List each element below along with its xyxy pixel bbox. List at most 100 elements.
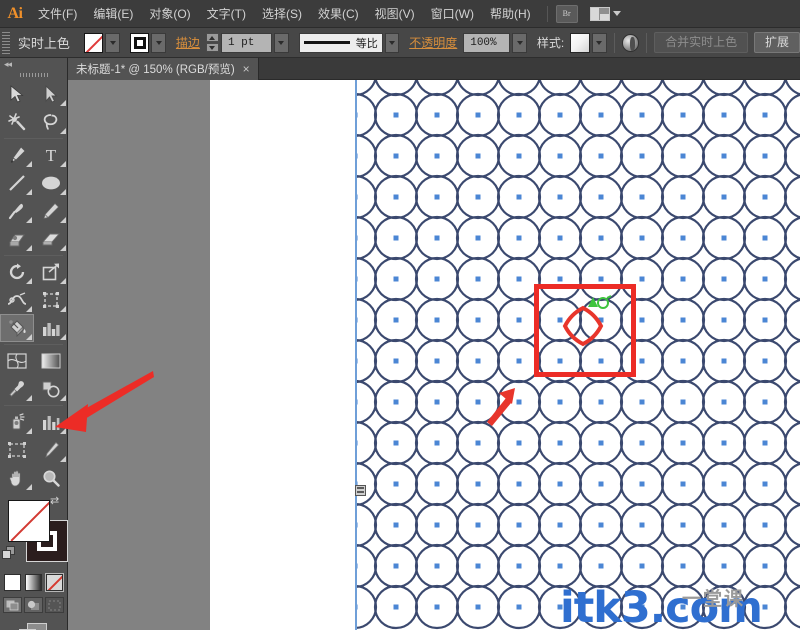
column-graph-tool[interactable] — [34, 314, 68, 342]
magic-wand-tool[interactable] — [0, 108, 34, 136]
gradient-mode-button[interactable] — [25, 574, 42, 591]
toolbox-header: ◂◂ — [0, 58, 67, 70]
fill-indicator-swatch[interactable] — [8, 500, 50, 542]
draw-mode-buttons — [0, 597, 67, 613]
gradient-tool[interactable] — [34, 347, 68, 375]
tool-more-indicator — [26, 161, 32, 167]
document-tab[interactable]: 未标题-1* @ 150% (RGB/预览) × — [68, 58, 259, 80]
control-bar-grip[interactable] — [2, 31, 10, 54]
stroke-profile-dropdown-button[interactable] — [384, 32, 400, 53]
tool-more-indicator — [60, 189, 66, 195]
menu-item-file[interactable]: 文件(F) — [30, 0, 85, 28]
hand-tool[interactable] — [0, 464, 34, 492]
control-divider — [613, 32, 615, 53]
graphic-style-swatch[interactable] — [570, 32, 590, 53]
toolbox-divider-4 — [4, 405, 63, 406]
eraser-tool[interactable] — [34, 225, 68, 253]
canvas-area[interactable] — [68, 80, 800, 630]
menu-item-select[interactable]: 选择(S) — [254, 0, 310, 28]
tool-more-indicator — [26, 189, 32, 195]
blob-brush-tool[interactable] — [0, 225, 34, 253]
style-label: 样式: — [536, 36, 565, 50]
stroke-weight-input[interactable]: 1 pt — [220, 32, 273, 53]
paintbrush-tool[interactable] — [0, 197, 34, 225]
workspace-switcher-icon — [589, 6, 610, 21]
toolbox-divider-3 — [4, 344, 63, 345]
menu-item-view[interactable]: 视图(V) — [367, 0, 423, 28]
type-tool[interactable]: T — [34, 141, 68, 169]
active-tool-label: 实时上色 — [17, 36, 70, 51]
tool-group-selection — [0, 80, 67, 136]
tool-more-indicator — [60, 334, 66, 340]
stroke-dropdown-button[interactable] — [151, 32, 167, 53]
style-dropdown-button[interactable] — [591, 32, 607, 53]
tool-more-indicator — [60, 161, 66, 167]
default-fill-stroke-icon[interactable] — [2, 546, 16, 560]
expand-button[interactable]: 扩展 — [754, 32, 800, 53]
selection-tool[interactable] — [0, 80, 34, 108]
menu-item-help[interactable]: 帮助(H) — [482, 0, 539, 28]
recolor-artwork-icon[interactable] — [621, 33, 640, 52]
draw-behind-button[interactable] — [24, 597, 43, 613]
control-bar: 实时上色 描边 1 pt 等比 不透明度 100% 样式: 合并实时上色 扩展 — [0, 28, 800, 58]
menu-item-object[interactable]: 对象(O) — [141, 0, 198, 28]
menu-item-edit[interactable]: 编辑(E) — [85, 0, 141, 28]
draw-inside-button[interactable] — [45, 597, 64, 613]
stroke-color-swatch[interactable] — [129, 32, 150, 53]
lasso-tool[interactable] — [34, 108, 68, 136]
color-mode-buttons — [0, 574, 67, 591]
fill-stroke-indicator: ⇄ — [0, 496, 68, 572]
tool-more-indicator — [26, 428, 32, 434]
stroke-profile-select[interactable]: 等比 — [298, 32, 383, 53]
fill-color-swatch[interactable] — [83, 32, 104, 53]
tool-more-indicator — [26, 306, 32, 312]
screen-mode-icon — [18, 623, 49, 630]
close-icon[interactable]: × — [243, 63, 250, 75]
tool-more-indicator — [60, 278, 66, 284]
eyedropper-tool[interactable] — [0, 375, 34, 403]
symbol-sprayer-tool[interactable] — [0, 408, 34, 436]
opacity-input[interactable]: 100% — [463, 32, 511, 53]
graph-tool[interactable] — [34, 408, 68, 436]
tool-more-indicator — [60, 128, 66, 134]
menu-item-effect[interactable]: 效果(C) — [310, 0, 367, 28]
rotate-tool[interactable] — [0, 258, 34, 286]
watermark-sub-text: 一堂课 — [682, 589, 746, 610]
direct-selection-tool[interactable] — [34, 80, 68, 108]
width-tool[interactable] — [0, 286, 34, 314]
pen-tool[interactable] — [0, 141, 34, 169]
menu-item-window[interactable]: 窗口(W) — [423, 0, 482, 28]
stroke-weight-dropdown-button[interactable] — [274, 32, 289, 53]
bridge-button[interactable]: Br — [555, 4, 578, 23]
screen-mode-button[interactable] — [0, 623, 67, 630]
slice-tool[interactable] — [34, 436, 68, 464]
opacity-dropdown-button[interactable] — [512, 32, 528, 53]
swap-fill-stroke-icon[interactable]: ⇄ — [50, 496, 64, 510]
free-transform-tool[interactable] — [34, 286, 68, 314]
merge-live-paint-button[interactable]: 合并实时上色 — [654, 32, 749, 53]
blend-tool[interactable] — [34, 375, 68, 403]
pencil-tool[interactable] — [34, 197, 68, 225]
opacity-label[interactable]: 不透明度 — [409, 34, 457, 51]
scale-tool[interactable] — [34, 258, 68, 286]
line-segment-tool[interactable] — [0, 169, 34, 197]
menu-item-type[interactable]: 文字(T) — [199, 0, 254, 28]
ellipse-tool[interactable] — [34, 169, 68, 197]
mesh-tool[interactable] — [0, 347, 34, 375]
draw-normal-button[interactable] — [3, 597, 22, 613]
collapse-panel-icon[interactable]: ◂◂ — [4, 59, 12, 70]
document-tab-bar: 未标题-1* @ 150% (RGB/预览) × — [0, 58, 800, 80]
toolbox-panel: ◂◂ T ⇄ — [0, 58, 68, 630]
color-mode-button[interactable] — [4, 574, 21, 591]
fill-dropdown-button[interactable] — [105, 32, 121, 53]
toolbox-drag-handle[interactable] — [0, 70, 67, 80]
zoom-tool[interactable] — [34, 464, 68, 492]
workspace-switcher[interactable] — [589, 6, 621, 21]
live-paint-bucket-tool[interactable] — [0, 314, 34, 342]
stroke-weight-label[interactable]: 描边 — [176, 34, 200, 51]
control-divider-2 — [646, 32, 648, 53]
live-paint-group-widget[interactable] — [355, 485, 366, 496]
artboard-tool[interactable] — [0, 436, 34, 464]
none-mode-button[interactable] — [46, 574, 63, 591]
stroke-weight-stepper[interactable] — [205, 33, 219, 52]
